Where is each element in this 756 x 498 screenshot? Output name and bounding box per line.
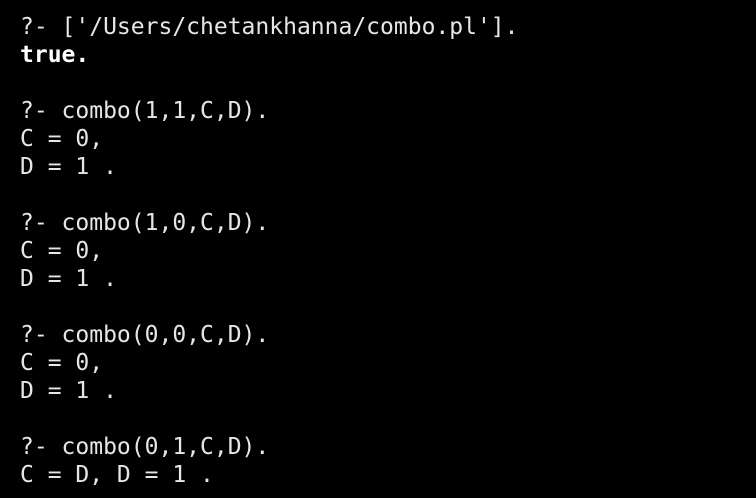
answer-line: D = 1 . xyxy=(20,266,117,292)
query-combo-1-1: ?- combo(1,1,C,D). xyxy=(20,98,270,124)
result-true: true. xyxy=(20,42,90,68)
terminal-window[interactable]: ?- ['/Users/chetankhanna/combo.pl']. tru… xyxy=(0,0,756,498)
query-combo-0-1: ?- combo(0,1,C,D). xyxy=(20,434,270,460)
query-combo-0-0: ?- combo(0,0,C,D). xyxy=(20,322,270,348)
answer-line: C = 0, xyxy=(20,350,104,376)
answer-line: D = 1 . xyxy=(20,154,117,180)
query-combo-1-0: ?- combo(1,0,C,D). xyxy=(20,210,270,236)
query-consult: ?- ['/Users/chetankhanna/combo.pl']. xyxy=(20,14,519,40)
answer-line: C = 0, xyxy=(20,238,104,264)
answer-line: C = D, D = 1 . xyxy=(20,462,214,488)
answer-line: C = 0, xyxy=(20,126,104,152)
answer-line: D = 1 . xyxy=(20,378,117,404)
